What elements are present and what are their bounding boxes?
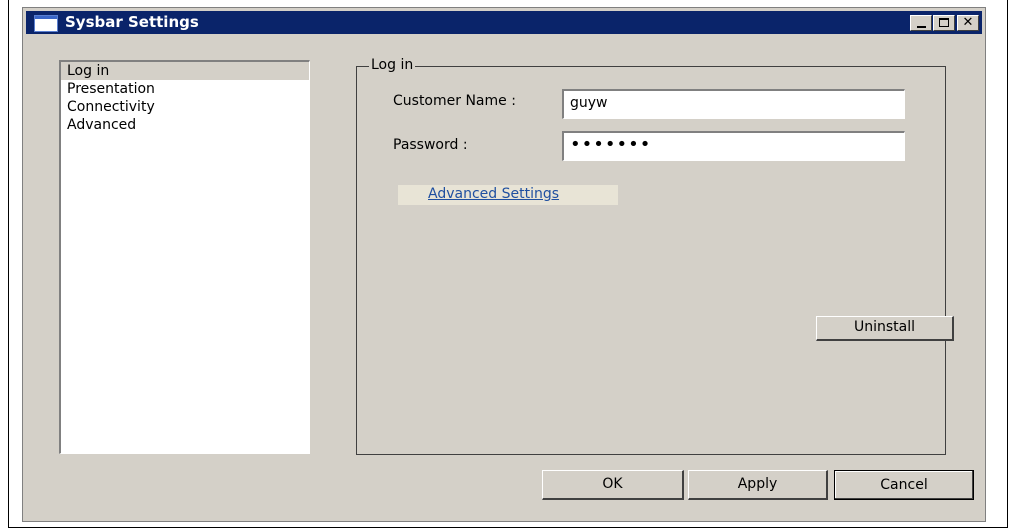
nav-item-presentation[interactable]: Presentation bbox=[61, 80, 309, 98]
cancel-button[interactable]: Cancel bbox=[834, 470, 974, 500]
uninstall-button[interactable]: Uninstall bbox=[816, 316, 954, 341]
ok-button[interactable]: OK bbox=[542, 470, 684, 500]
settings-category-list[interactable]: Log in Presentation Connectivity Advance… bbox=[59, 60, 310, 454]
window-title: Sysbar Settings bbox=[65, 13, 199, 31]
title-bar[interactable]: Sysbar Settings ✕ bbox=[26, 11, 982, 34]
maximize-button[interactable] bbox=[933, 15, 955, 31]
advanced-settings-link-area: Advanced Settings bbox=[398, 185, 618, 205]
apply-button[interactable]: Apply bbox=[688, 470, 828, 500]
nav-item-log-in[interactable]: Log in bbox=[61, 62, 309, 80]
login-groupbox: Log in Customer Name : guyw Password : •… bbox=[356, 57, 954, 455]
advanced-settings-link[interactable]: Advanced Settings bbox=[428, 186, 559, 202]
login-group-title: Log in bbox=[369, 57, 416, 73]
maximize-icon bbox=[939, 18, 949, 27]
nav-item-advanced[interactable]: Advanced bbox=[61, 116, 309, 134]
minimize-icon bbox=[916, 26, 926, 28]
minimize-button[interactable] bbox=[910, 15, 932, 31]
settings-window: Sysbar Settings ✕ Log in Presentation Co… bbox=[22, 7, 986, 522]
password-input[interactable]: ••••••• bbox=[562, 131, 905, 161]
nav-item-connectivity[interactable]: Connectivity bbox=[61, 98, 309, 116]
customer-name-input[interactable]: guyw bbox=[562, 89, 905, 119]
close-button[interactable]: ✕ bbox=[957, 15, 979, 31]
password-label: Password : bbox=[393, 137, 468, 153]
window-icon bbox=[34, 15, 58, 32]
customer-name-label: Customer Name : bbox=[393, 93, 516, 109]
close-icon: ✕ bbox=[962, 15, 974, 30]
